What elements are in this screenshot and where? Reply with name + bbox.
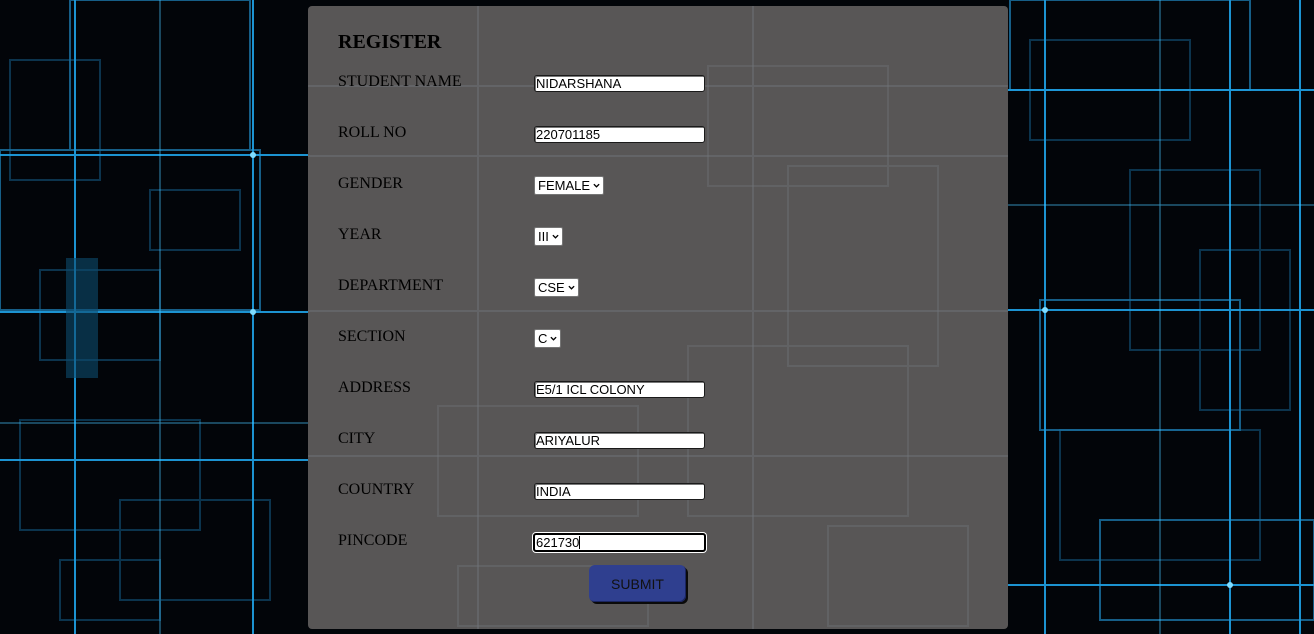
department-label: DEPARTMENT bbox=[338, 277, 444, 294]
year-select[interactable]: III bbox=[534, 227, 563, 246]
chevron-down-icon bbox=[593, 183, 600, 188]
section-selected: C bbox=[538, 331, 548, 346]
register-panel: REGISTER STUDENT NAME ROLL NO GENDER FEM… bbox=[308, 6, 1008, 629]
roll-no-input[interactable] bbox=[534, 126, 705, 143]
address-input[interactable] bbox=[534, 381, 705, 398]
student-name-label: STUDENT NAME bbox=[338, 73, 462, 90]
gender-select[interactable]: FEMALE bbox=[534, 176, 605, 195]
section-label: SECTION bbox=[338, 328, 406, 345]
gender-label: GENDER bbox=[338, 175, 403, 192]
submit-button[interactable]: SUBMIT bbox=[589, 565, 686, 602]
chevron-down-icon bbox=[552, 234, 559, 239]
country-label: COUNTRY bbox=[338, 481, 415, 498]
address-label: ADDRESS bbox=[338, 379, 411, 396]
country-input[interactable] bbox=[534, 483, 705, 500]
year-label: YEAR bbox=[338, 226, 382, 243]
pincode-label: PINCODE bbox=[338, 532, 408, 549]
student-name-input[interactable] bbox=[534, 75, 705, 92]
city-input[interactable] bbox=[534, 432, 705, 449]
pincode-input[interactable] bbox=[533, 533, 706, 552]
department-select[interactable]: CSE bbox=[534, 278, 579, 297]
section-select[interactable]: C bbox=[534, 329, 562, 348]
city-label: CITY bbox=[338, 430, 376, 447]
department-selected: CSE bbox=[538, 280, 565, 295]
chevron-down-icon bbox=[568, 285, 575, 290]
chevron-down-icon bbox=[550, 336, 558, 341]
form-title: REGISTER bbox=[338, 31, 442, 53]
year-selected: III bbox=[538, 229, 549, 244]
text-cursor bbox=[579, 536, 580, 549]
roll-no-label: ROLL NO bbox=[338, 124, 407, 141]
gender-selected: FEMALE bbox=[538, 178, 591, 193]
